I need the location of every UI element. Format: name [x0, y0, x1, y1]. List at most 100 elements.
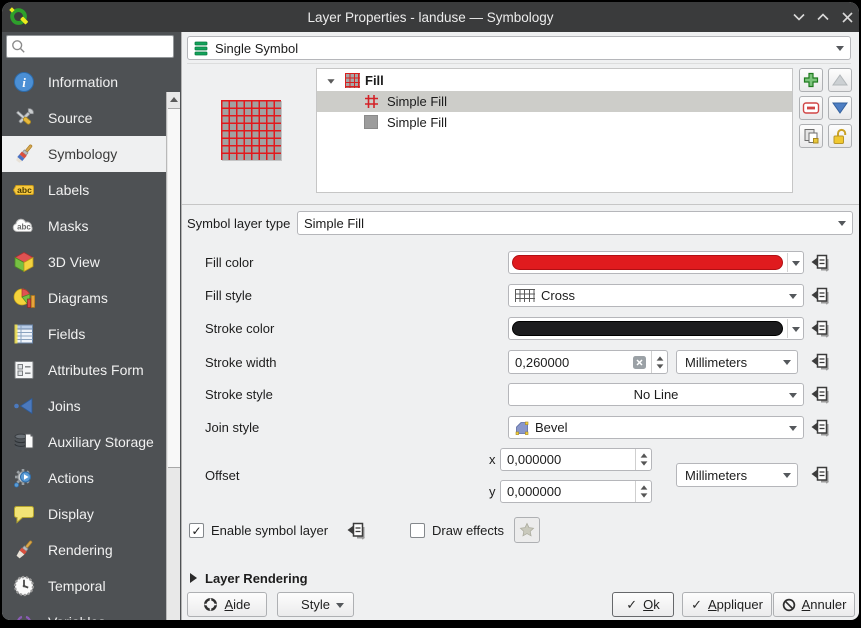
sidebar-item-symbology[interactable]: Symbology [2, 136, 166, 172]
sidebar-item-rendering[interactable]: Rendering [2, 532, 166, 568]
sidebar-item-labels[interactable]: abc Labels [2, 172, 166, 208]
paintbrush-icon [12, 142, 36, 166]
sidebar-item-label: 3D View [48, 254, 100, 270]
data-defined-override-button[interactable] [810, 418, 830, 442]
data-defined-override-button[interactable] [810, 385, 830, 409]
minimize-button[interactable] [790, 8, 808, 26]
sidebar-item-masks[interactable]: abc Masks [2, 208, 166, 244]
stroke-style-label: Stroke style [205, 383, 273, 406]
sidebar-item-label: Symbology [48, 146, 117, 162]
spinner-arrows[interactable] [635, 481, 651, 502]
join-arrow-icon [12, 394, 36, 418]
chevron-down-icon [789, 294, 797, 299]
scrollbar-thumb[interactable] [168, 108, 180, 468]
move-up-button[interactable] [828, 68, 852, 92]
offset-y-label: y [489, 480, 496, 503]
symbol-layer-type-combo[interactable]: Simple Fill [297, 211, 853, 235]
expander-icon[interactable] [327, 79, 334, 84]
sidebar-item-label: Diagrams [48, 290, 108, 306]
sidebar-item-auxiliary-storage[interactable]: Auxiliary Storage [2, 424, 166, 460]
sidebar-item-information[interactable]: i Information [2, 64, 166, 100]
style-menu-button[interactable]: Style [277, 592, 354, 617]
sidebar-item-source[interactable]: Source [2, 100, 166, 136]
clear-icon[interactable] [633, 356, 646, 372]
draw-effects-label: Draw effects [432, 520, 504, 540]
cancel-button[interactable]: Annuler [773, 592, 855, 617]
tree-item-label: Simple Fill [387, 94, 447, 109]
effects-star-button[interactable] [514, 517, 540, 543]
stroke-color-button[interactable] [508, 317, 804, 340]
sidebar-item-temporal[interactable]: Temporal [2, 568, 166, 604]
sidebar-item-label: Labels [48, 182, 89, 198]
spinner-arrows[interactable] [651, 351, 667, 373]
sidebar-search-input[interactable] [6, 35, 174, 58]
tree-row-simple-fill-2[interactable]: Simple Fill [317, 112, 792, 132]
duplicate-button[interactable] [799, 124, 823, 148]
stroke-style-combo[interactable]: No Line [508, 383, 804, 406]
enable-symbol-layer-checkbox[interactable]: ✓ [189, 523, 204, 538]
sidebar-item-label: Rendering [48, 542, 113, 558]
offset-y-input[interactable]: 0,000000 [500, 480, 652, 503]
swatch-divider [787, 253, 788, 272]
help-button[interactable]: Aide [187, 592, 267, 617]
bevel-join-icon [515, 421, 529, 435]
close-button[interactable] [838, 8, 856, 26]
remove-symbol-layer-button[interactable] [799, 96, 823, 120]
abc-cloud-icon: abc [12, 214, 36, 238]
data-defined-override-button[interactable] [810, 286, 830, 310]
sidebar-divider [181, 32, 182, 620]
sidebar-item-attributes-form[interactable]: Attributes Form [2, 352, 166, 388]
layer-rendering-group[interactable]: Layer Rendering [190, 568, 308, 588]
join-style-combo[interactable]: Bevel [508, 416, 804, 439]
collapsed-arrow-icon[interactable] [190, 573, 197, 583]
offset-y-value: 0,000000 [507, 484, 561, 499]
data-defined-override-button[interactable] [810, 465, 830, 489]
variables-icon [12, 610, 36, 620]
tree-row-simple-fill-1[interactable]: Simple Fill [317, 91, 792, 112]
offset-x-input[interactable]: 0,000000 [500, 448, 652, 471]
tree-row-fill[interactable]: Fill [317, 71, 792, 91]
data-defined-override-button[interactable] [346, 521, 366, 545]
sidebar-item-fields[interactable]: Fields [2, 316, 166, 352]
sidebar-item-label: Masks [48, 218, 88, 234]
apply-button[interactable]: ✓ Appliquer [682, 592, 772, 617]
sidebar-item-display[interactable]: Display [2, 496, 166, 532]
ok-button-label: Ok [643, 597, 660, 612]
data-defined-override-button[interactable] [810, 319, 830, 343]
sidebar-item-joins[interactable]: Joins [2, 388, 166, 424]
sidebar-item-variables[interactable]: Variables [2, 604, 166, 620]
fill-style-combo[interactable]: Cross [508, 284, 804, 307]
fill-color-button[interactable] [508, 251, 804, 274]
stroke-width-unit-combo[interactable]: Millimeters [676, 350, 798, 374]
stroke-width-input[interactable]: 0,260000 [508, 350, 668, 374]
scroll-up-icon[interactable] [170, 97, 178, 102]
offset-unit-combo[interactable]: Millimeters [676, 463, 798, 487]
chevron-down-icon [789, 393, 797, 398]
move-down-button[interactable] [828, 96, 852, 120]
fill-symbol-icon [345, 73, 360, 88]
offset-x-value: 0,000000 [507, 452, 561, 467]
tools-icon [12, 106, 36, 130]
renderer-combo[interactable]: Single Symbol [187, 36, 851, 60]
draw-effects-checkbox[interactable] [410, 523, 425, 538]
data-defined-override-button[interactable] [810, 253, 830, 277]
sidebar-item-3d-view[interactable]: 3D View [2, 244, 166, 280]
window-title: Layer Properties - landuse — Symbology [2, 2, 859, 32]
sidebar-scrollbar[interactable] [166, 92, 180, 620]
spinner-arrows[interactable] [635, 449, 651, 470]
data-defined-override-button[interactable] [810, 352, 830, 376]
add-symbol-layer-button[interactable] [799, 68, 823, 92]
offset-label: Offset [205, 463, 239, 487]
sidebar-item-diagrams[interactable]: Diagrams [2, 280, 166, 316]
fill-color-label: Fill color [205, 251, 253, 274]
chevron-down-icon [783, 473, 791, 478]
ok-button[interactable]: ✓ Ok [612, 592, 674, 617]
chevron-down-icon [792, 261, 800, 266]
sidebar-item-label: Joins [48, 398, 81, 414]
database-icon [12, 430, 36, 454]
sidebar-item-actions[interactable]: Actions [2, 460, 166, 496]
info-icon: i [12, 70, 36, 94]
maximize-button[interactable] [814, 8, 832, 26]
lock-button[interactable] [828, 124, 852, 148]
chevron-down-icon [792, 327, 800, 332]
